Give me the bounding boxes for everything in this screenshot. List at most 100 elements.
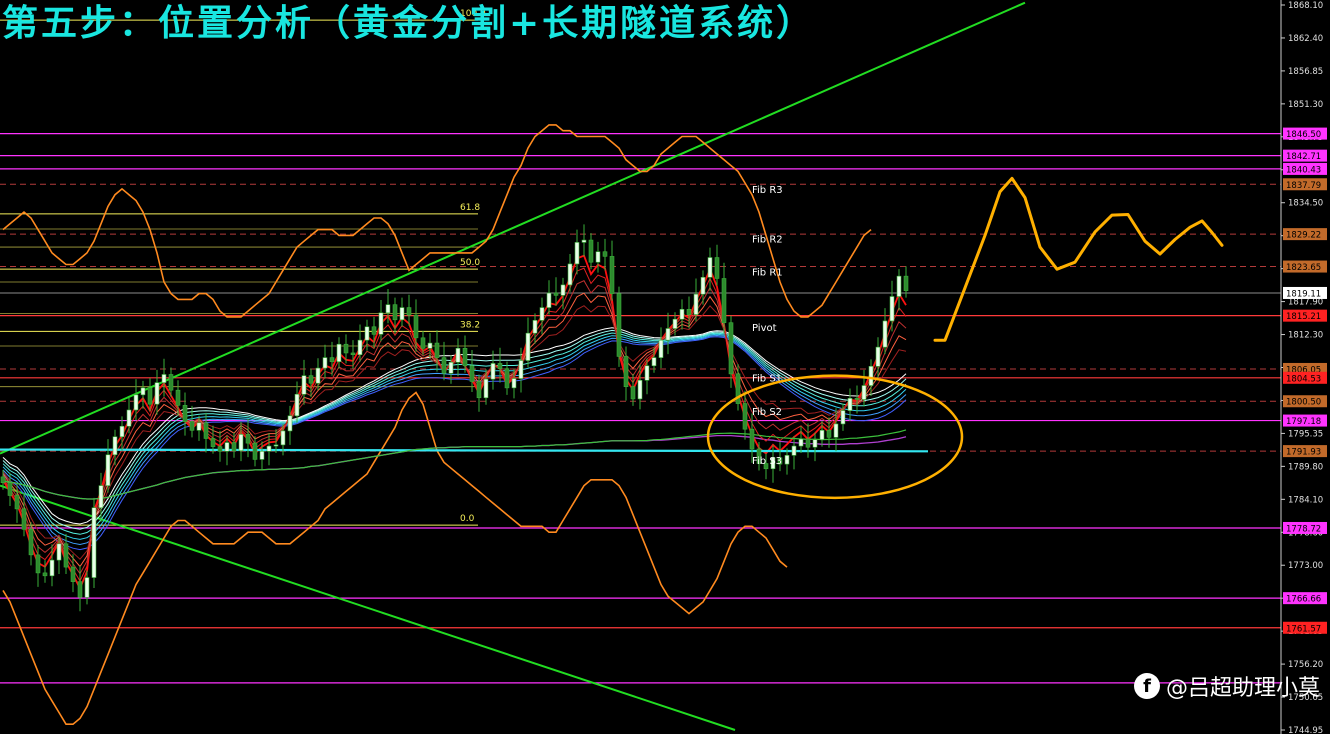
- candle-body: [231, 442, 237, 452]
- candle-body: [322, 357, 328, 369]
- candle-body: [833, 423, 839, 438]
- candle-body: [189, 421, 195, 431]
- candle-body: [385, 304, 391, 314]
- pivot-label: Fib R2: [752, 234, 783, 245]
- chart-title: 第五步：位置分析（黄金分割+长期隧道系统）: [2, 3, 816, 44]
- candle-body: [504, 368, 510, 389]
- candle-body: [560, 284, 566, 296]
- candle-body: [903, 275, 909, 291]
- candle-body: [651, 357, 657, 367]
- candle-body: [63, 543, 69, 568]
- candle-body: [77, 581, 83, 598]
- candle-body: [105, 454, 111, 486]
- candle-body: [252, 442, 258, 460]
- fib-level-label: 38.2: [460, 320, 480, 330]
- candle-body: [609, 256, 615, 294]
- pivot-label: Fib R1: [752, 267, 783, 278]
- price-tag-label: 1819.11: [1286, 289, 1321, 299]
- candle-body: [798, 438, 804, 447]
- candle-body: [455, 347, 461, 363]
- price-tag-label: 1804.53: [1286, 374, 1321, 384]
- candle-body: [511, 378, 517, 389]
- candle-body: [56, 543, 62, 561]
- candle-body: [553, 292, 559, 296]
- pivot-label: Fib S3: [752, 456, 782, 467]
- candle-body: [693, 293, 699, 315]
- candle-body: [28, 528, 34, 556]
- candle-body: [350, 352, 356, 355]
- price-axis: 1868.101862.401856.851851.301845.751840.…: [1280, 0, 1330, 734]
- pivot-label: Fib R3: [752, 185, 783, 196]
- candle-body: [42, 572, 48, 577]
- candle-body: [70, 566, 76, 582]
- candle-body: [623, 356, 629, 388]
- candle-body: [840, 410, 846, 425]
- bollinger-upper: [2, 124, 872, 318]
- candle-body: [896, 275, 902, 297]
- candle-body: [707, 257, 713, 278]
- candle-body: [301, 375, 307, 395]
- candle-body: [147, 387, 153, 405]
- candle-body: [889, 296, 895, 322]
- price-tag-label: 1778.72: [1286, 524, 1321, 534]
- candle-body: [84, 577, 90, 598]
- candle-body: [217, 446, 223, 452]
- candle-body: [378, 312, 384, 335]
- pivot-label: Pivot: [752, 323, 777, 334]
- candle-body: [532, 320, 538, 334]
- fib-level-label: 50.0: [460, 258, 480, 268]
- candle-body: [315, 367, 321, 384]
- candle-body: [224, 442, 230, 452]
- candle-body: [175, 389, 181, 406]
- candle-body: [588, 239, 594, 263]
- candle-body: [259, 450, 265, 460]
- moving-averages: [0, 254, 929, 591]
- candle-body: [805, 438, 811, 448]
- axis-tick-label: 1789.80: [1288, 462, 1323, 472]
- candle-body: [854, 398, 860, 400]
- candle-body: [196, 422, 202, 431]
- f-logo-icon: f: [1133, 673, 1160, 699]
- candle-body: [672, 318, 678, 329]
- candle-body: [238, 434, 244, 452]
- candle-body: [875, 346, 881, 367]
- axis-tick-label: 1744.95: [1288, 726, 1323, 734]
- candle-body: [98, 485, 104, 509]
- bollinger-lower: [2, 391, 788, 725]
- price-chart: 100.061.850.038.20.0 Fib R3Fib R2Fib R1P…: [0, 0, 1330, 734]
- candle-body: [441, 357, 447, 374]
- bollinger-bands: [2, 124, 872, 725]
- watermark: f @吕超助理小莫: [1133, 670, 1320, 702]
- candle-body: [0, 476, 6, 484]
- candle-body: [329, 357, 335, 362]
- candle-body: [357, 339, 363, 355]
- price-tag-label: 1840.43: [1286, 165, 1321, 175]
- candle-body: [574, 242, 580, 265]
- watermark-text: @吕超助理小莫: [1165, 676, 1320, 701]
- candle-body: [826, 430, 832, 438]
- red-ma-line: [2, 254, 907, 591]
- candle-body: [490, 363, 496, 380]
- candle-body: [539, 307, 545, 321]
- red-ma-line: [2, 305, 907, 560]
- candle-body: [133, 394, 139, 411]
- candle-body: [497, 363, 503, 369]
- candle-body: [21, 508, 27, 530]
- candle-body: [126, 409, 132, 427]
- candle-body: [546, 292, 552, 308]
- candle-body: [399, 307, 405, 321]
- candle-body: [308, 375, 314, 384]
- tunnel-cyan-flat-line: [0, 448, 929, 453]
- candle-body: [476, 381, 482, 399]
- candle-body: [49, 559, 55, 577]
- price-tag-label: 1761.57: [1286, 624, 1321, 634]
- axis-tick-label: 1851.30: [1288, 100, 1323, 110]
- candle-body: [791, 445, 797, 456]
- axis-tick-label: 1784.10: [1288, 495, 1323, 505]
- candle-body: [847, 398, 853, 411]
- candle-body: [119, 425, 125, 438]
- candle-body: [287, 415, 293, 432]
- candle-body: [14, 495, 20, 510]
- candle-body: [469, 365, 475, 382]
- candle-body: [182, 405, 188, 422]
